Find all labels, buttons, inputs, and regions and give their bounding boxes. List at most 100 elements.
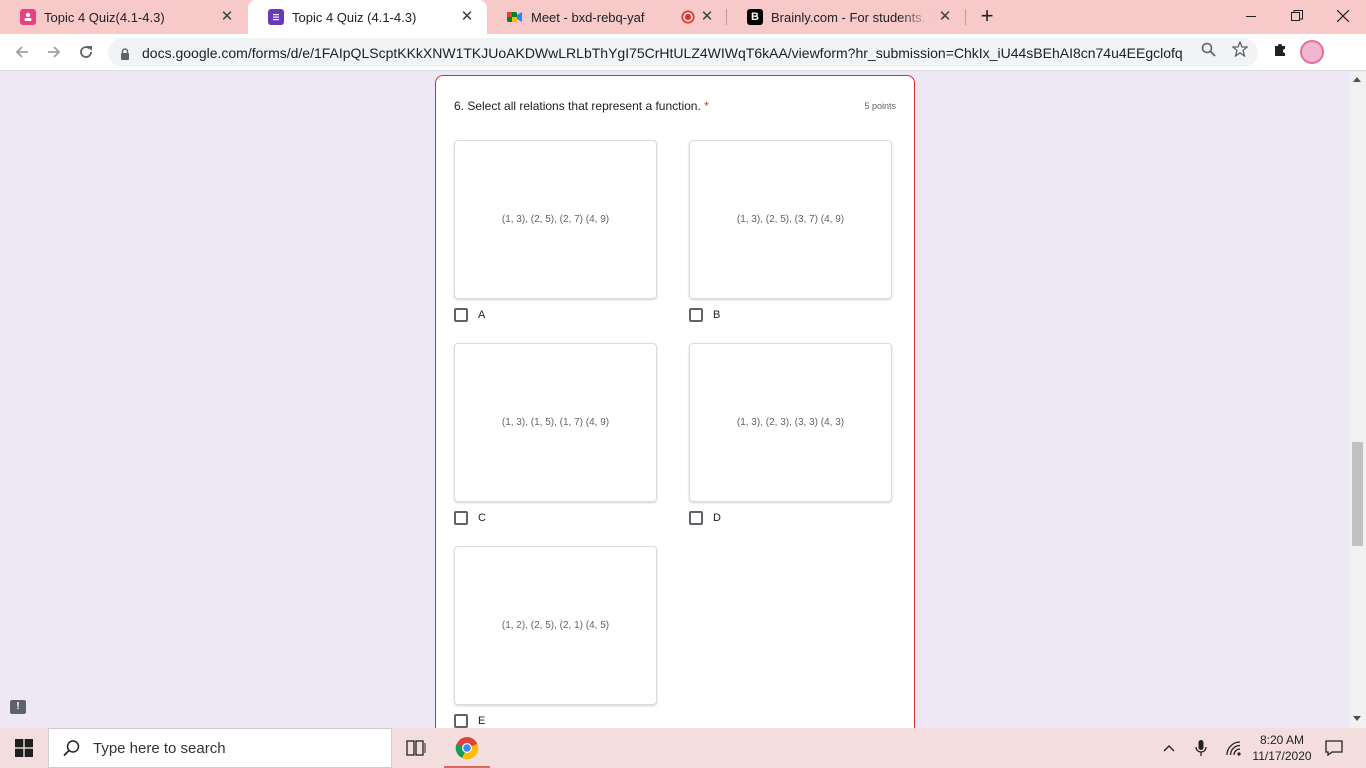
restore-icon [1291, 10, 1303, 21]
tab-title: Topic 4 Quiz (4.1-4.3) [292, 9, 417, 25]
page-viewport: 6. Select all relations that represent a… [0, 72, 1349, 728]
checkbox-b[interactable] [689, 308, 703, 322]
notification-icon [1325, 740, 1343, 756]
option-c: (1, 3), (1, 5), (1, 7) (4, 9) C [454, 343, 657, 525]
relation-text: (1, 3), (2, 3), (3, 3) (4, 3) [736, 417, 845, 428]
checkbox-c[interactable] [454, 511, 468, 525]
microphone-button[interactable] [1190, 728, 1212, 768]
option-b: (1, 3), (2, 5), (3, 7) (4, 9) B [689, 140, 892, 322]
profile-avatar[interactable] [1300, 40, 1324, 64]
tab-quiz-2-active[interactable]: Topic 4 Quiz (4.1-4.3) ✕ [248, 0, 487, 34]
scroll-thumb[interactable] [1352, 442, 1363, 546]
relation-text: (1, 3), (2, 5), (3, 7) (4, 9) [736, 214, 845, 225]
checkbox-d[interactable] [689, 511, 703, 525]
tab-strip: Topic 4 Quiz(4.1-4.3) ✕ Topic 4 Quiz (4.… [0, 0, 1366, 34]
minimize-button[interactable] [1228, 0, 1274, 32]
close-window-button[interactable] [1320, 0, 1366, 32]
option-label: A [478, 309, 486, 321]
checkbox-a[interactable] [454, 308, 468, 322]
chrome-taskbar-button[interactable] [443, 728, 491, 768]
close-tab-icon[interactable]: ✕ [459, 9, 475, 25]
report-feedback-icon[interactable]: ! [10, 700, 26, 714]
option-image: (1, 3), (1, 5), (1, 7) (4, 9) [454, 343, 657, 502]
option-e: (1, 2), (2, 5), (2, 1) (4, 5) E [454, 546, 657, 728]
wifi-icon [1226, 741, 1241, 756]
option-image: (1, 2), (2, 5), (2, 1) (4, 5) [454, 546, 657, 705]
browser-toolbar: docs.google.com/forms/d/e/1FAIpQLScptKKk… [0, 34, 1366, 71]
option-choice[interactable]: E [454, 714, 657, 728]
reload-button[interactable] [73, 39, 99, 65]
option-label: D [713, 512, 721, 524]
option-choice[interactable]: C [454, 511, 657, 525]
tab-separator [965, 9, 966, 25]
tab-title: Meet - bxd-rebq-yaf [531, 9, 645, 25]
taskbar-search-box[interactable]: Type here to search [48, 728, 392, 768]
address-bar[interactable]: docs.google.com/forms/d/e/1FAIpQLScptKKk… [108, 38, 1258, 67]
relation-text: (1, 3), (2, 5), (2, 7) (4, 9) [501, 214, 610, 225]
start-button[interactable] [0, 728, 48, 768]
bookmark-star-icon[interactable] [1232, 41, 1248, 57]
option-image: (1, 3), (2, 3), (3, 3) (4, 3) [689, 343, 892, 502]
option-choice[interactable]: B [689, 308, 892, 322]
option-label: C [478, 512, 486, 524]
google-classroom-icon [20, 9, 36, 25]
task-view-button[interactable] [392, 728, 440, 768]
clock-time: 8:20 AM [1259, 733, 1305, 747]
brainly-icon: B [747, 9, 763, 25]
question-card: 6. Select all relations that represent a… [435, 75, 915, 728]
windows-logo-icon [15, 739, 33, 757]
minimize-icon [1246, 16, 1256, 17]
close-tab-icon[interactable]: ✕ [937, 9, 953, 25]
microphone-icon [1195, 740, 1207, 756]
google-meet-icon [507, 9, 523, 25]
zoom-icon[interactable] [1200, 41, 1216, 57]
action-center-button[interactable] [1322, 728, 1346, 768]
new-tab-button[interactable]: + [976, 5, 998, 28]
lock-icon [120, 47, 130, 60]
extensions-puzzle-icon[interactable] [1272, 41, 1288, 57]
show-hidden-icons-button[interactable] [1158, 728, 1180, 768]
question-text: 6. Select all relations that represent a… [454, 99, 701, 113]
tab-quiz-1[interactable]: Topic 4 Quiz(4.1-4.3) ✕ [0, 0, 247, 34]
option-image: (1, 3), (2, 5), (3, 7) (4, 9) [689, 140, 892, 299]
arrow-left-icon [15, 46, 28, 58]
points-label: 5 points [864, 101, 896, 111]
google-forms-icon [268, 9, 284, 25]
reload-icon [80, 46, 92, 58]
tab-meet[interactable]: Meet - bxd-rebq-yaf ✕ [487, 0, 727, 34]
tab-title: Topic 4 Quiz(4.1-4.3) [44, 9, 165, 25]
recording-indicator-icon [683, 12, 693, 22]
url-text: docs.google.com/forms/d/e/1FAIpQLScptKKk… [142, 44, 1182, 61]
option-label: E [478, 715, 486, 727]
question-title: 6. Select all relations that represent a… [454, 99, 709, 113]
scroll-up-arrow-icon[interactable] [1353, 77, 1361, 82]
option-choice[interactable]: D [689, 511, 892, 525]
task-view-icon [406, 740, 426, 756]
forward-button[interactable] [41, 39, 67, 65]
option-image: (1, 3), (2, 5), (2, 7) (4, 9) [454, 140, 657, 299]
option-choice[interactable]: A [454, 308, 657, 322]
search-placeholder: Type here to search [93, 739, 226, 757]
page-scrollbar[interactable] [1349, 72, 1366, 728]
close-tab-icon[interactable]: ✕ [219, 9, 235, 25]
option-label: B [713, 309, 721, 321]
search-icon [63, 740, 80, 757]
windows-taskbar: Type here to search 8:20 AM 11/17/2020 [0, 728, 1366, 768]
required-asterisk: * [704, 99, 709, 113]
taskbar-clock[interactable]: 8:20 AM 11/17/2020 [1242, 732, 1322, 764]
chrome-icon [455, 737, 479, 760]
tab-brainly[interactable]: B Brainly.com - For students. By stu ✕ [727, 0, 965, 34]
clock-date: 11/17/2020 [1252, 749, 1312, 763]
chevron-up-icon [1163, 745, 1175, 752]
restore-button[interactable] [1274, 0, 1320, 32]
close-icon [1337, 10, 1349, 22]
checkbox-e[interactable] [454, 714, 468, 728]
back-button[interactable] [9, 39, 35, 65]
tab-title: Brainly.com - For students. By stu [771, 9, 931, 25]
relation-text: (1, 3), (1, 5), (1, 7) (4, 9) [501, 417, 610, 428]
option-d: (1, 3), (2, 3), (3, 3) (4, 3) D [689, 343, 892, 525]
scroll-down-arrow-icon[interactable] [1353, 716, 1361, 721]
close-tab-icon[interactable]: ✕ [699, 9, 715, 25]
arrow-right-icon [48, 46, 61, 58]
relation-text: (1, 2), (2, 5), (2, 1) (4, 5) [501, 620, 610, 631]
